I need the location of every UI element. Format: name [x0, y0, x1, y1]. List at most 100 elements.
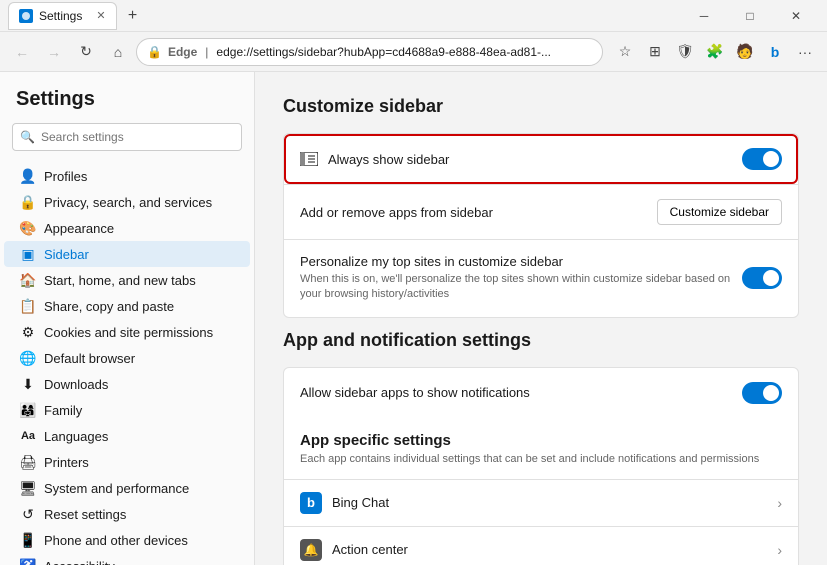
share-copy-icon: 📋	[20, 298, 36, 314]
notifications-card: Allow sidebar apps to show notifications…	[283, 367, 799, 565]
downloads-label: Downloads	[44, 377, 108, 392]
close-button[interactable]: ✕	[773, 0, 819, 32]
sidebar-item-share-copy[interactable]: 📋 Share, copy and paste	[4, 293, 250, 319]
sidebar-item-system[interactable]: 🖥 System and performance	[4, 475, 250, 501]
back-button[interactable]: ←	[8, 38, 36, 66]
favorites-button[interactable]: ☆	[611, 38, 639, 66]
search-icon: 🔍	[20, 130, 35, 144]
tab-favicon	[19, 9, 33, 23]
personalize-desc: When this is on, we'll personalize the t…	[300, 272, 732, 303]
phone-label: Phone and other devices	[44, 533, 188, 548]
sidebar-toggle-icon	[300, 150, 318, 168]
profiles-label: Profiles	[44, 169, 87, 184]
address-edge-label: Edge	[168, 45, 197, 59]
reset-icon: ↺	[20, 506, 36, 522]
profile-button[interactable]: 🧑	[731, 38, 759, 66]
sidebar-label: Sidebar	[44, 247, 89, 262]
default-browser-icon: 🌐	[20, 350, 36, 366]
extensions-button[interactable]: 🧩	[701, 38, 729, 66]
new-tab-button[interactable]: +	[121, 4, 145, 28]
sidebar-item-reset[interactable]: ↺ Reset settings	[4, 501, 250, 527]
default-browser-label: Default browser	[44, 351, 135, 366]
search-input[interactable]	[12, 123, 242, 151]
always-show-sidebar-row: Always show sidebar	[284, 134, 798, 184]
sidebar-item-appearance[interactable]: 🎨 Appearance	[4, 215, 250, 241]
sidebar-icon: ▣	[20, 246, 36, 262]
address-url: edge://settings/sidebar?hubApp=cd4688a9-…	[216, 45, 551, 59]
minimize-button[interactable]: ─	[681, 0, 727, 32]
sidebar-item-start-home[interactable]: 🏠 Start, home, and new tabs	[4, 267, 250, 293]
cookies-label: Cookies and site permissions	[44, 325, 213, 340]
family-icon: 👨‍👩‍👧	[20, 402, 36, 418]
always-show-label: Always show sidebar	[328, 152, 732, 167]
privacy-label: Privacy, search, and services	[44, 195, 212, 210]
family-label: Family	[44, 403, 82, 418]
phone-icon: 📱	[20, 532, 36, 548]
appearance-label: Appearance	[44, 221, 114, 236]
maximize-button[interactable]: □	[727, 0, 773, 32]
home-button[interactable]: ⌂	[104, 38, 132, 66]
allow-notifications-label: Allow sidebar apps to show notifications	[300, 385, 732, 400]
app-notification-title: App and notification settings	[283, 330, 799, 351]
tab-title: Settings	[39, 9, 82, 23]
app-specific-title: App specific settings	[300, 432, 782, 449]
start-home-icon: 🏠	[20, 272, 36, 288]
sidebar-item-accessibility[interactable]: ♿ Accessibility	[4, 553, 250, 565]
appearance-icon: 🎨	[20, 220, 36, 236]
app-item-bing-chat[interactable]: b Bing Chat ›	[284, 479, 798, 526]
customize-sidebar-button[interactable]: Customize sidebar	[657, 199, 782, 225]
add-remove-row: Add or remove apps from sidebar Customiz…	[284, 184, 798, 239]
collections-button[interactable]: ⊞	[641, 38, 669, 66]
action-center-label: Action center	[332, 542, 767, 557]
sidebar-item-cookies[interactable]: ⚙ Cookies and site permissions	[4, 319, 250, 345]
profiles-icon: 👤	[20, 168, 36, 184]
cookies-icon: ⚙	[20, 324, 36, 340]
refresh-button[interactable]: ↻	[72, 38, 100, 66]
content-area: Customize sidebar Always show sidebar	[255, 72, 827, 565]
languages-icon: Aa	[20, 428, 36, 444]
sidebar-item-profiles[interactable]: 👤 Profiles	[4, 163, 250, 189]
toolbar-actions: ☆ ⊞ 🛡 🧩 🧑 b ···	[611, 38, 819, 66]
reset-label: Reset settings	[44, 507, 126, 522]
sidebar-item-phone[interactable]: 📱 Phone and other devices	[4, 527, 250, 553]
address-bar[interactable]: 🔒 Edge | edge://settings/sidebar?hubApp=…	[136, 38, 603, 66]
titlebar: Settings ✕ + ─ □ ✕	[0, 0, 827, 32]
menu-button[interactable]: ···	[791, 38, 819, 66]
system-icon: 🖥	[20, 480, 36, 496]
sidebar-item-family[interactable]: 👨‍👩‍👧 Family	[4, 397, 250, 423]
allow-notifications-row: Allow sidebar apps to show notifications	[284, 368, 798, 418]
forward-button[interactable]: →	[40, 38, 68, 66]
tab-close-button[interactable]: ✕	[96, 9, 105, 22]
customize-sidebar-title: Customize sidebar	[283, 96, 799, 117]
sidebar-item-languages[interactable]: Aa Languages	[4, 423, 250, 449]
app-specific-desc: Each app contains individual settings th…	[300, 453, 782, 465]
bing-chat-icon: b	[300, 492, 322, 514]
printers-icon: 🖨	[20, 454, 36, 470]
sidebar-item-default-browser[interactable]: 🌐 Default browser	[4, 345, 250, 371]
active-tab[interactable]: Settings ✕	[8, 2, 117, 30]
personalize-toggle[interactable]	[742, 267, 782, 289]
accessibility-icon: ♿	[20, 558, 36, 565]
bing-button[interactable]: b	[761, 38, 789, 66]
sidebar-item-downloads[interactable]: ⬇ Downloads	[4, 371, 250, 397]
always-show-toggle[interactable]	[742, 148, 782, 170]
always-show-sidebar-card: Always show sidebar Add or remove apps f…	[283, 133, 799, 318]
add-remove-label: Add or remove apps from sidebar	[300, 205, 647, 220]
action-center-chevron: ›	[777, 542, 782, 558]
share-copy-label: Share, copy and paste	[44, 299, 174, 314]
main-layout: Settings 🔍 👤 Profiles 🔒 Privacy, search,…	[0, 72, 827, 565]
settings-title: Settings	[0, 84, 254, 123]
start-home-label: Start, home, and new tabs	[44, 273, 196, 288]
browser-essentials-button[interactable]: 🛡	[671, 38, 699, 66]
window-controls: ─ □ ✕	[681, 0, 819, 32]
app-item-action-center[interactable]: 🔔 Action center ›	[284, 526, 798, 565]
allow-notifications-toggle[interactable]	[742, 382, 782, 404]
sidebar-item-printers[interactable]: 🖨 Printers	[4, 449, 250, 475]
lock-icon: 🔒	[147, 45, 162, 59]
personalize-label: Personalize my top sites in customize si…	[300, 254, 732, 269]
sidebar-item-sidebar[interactable]: ▣ Sidebar	[4, 241, 250, 267]
search-box: 🔍	[12, 123, 242, 151]
tab-strip: Settings ✕ +	[8, 2, 673, 30]
app-specific-header: App specific settings Each app contains …	[284, 418, 798, 479]
sidebar-item-privacy[interactable]: 🔒 Privacy, search, and services	[4, 189, 250, 215]
